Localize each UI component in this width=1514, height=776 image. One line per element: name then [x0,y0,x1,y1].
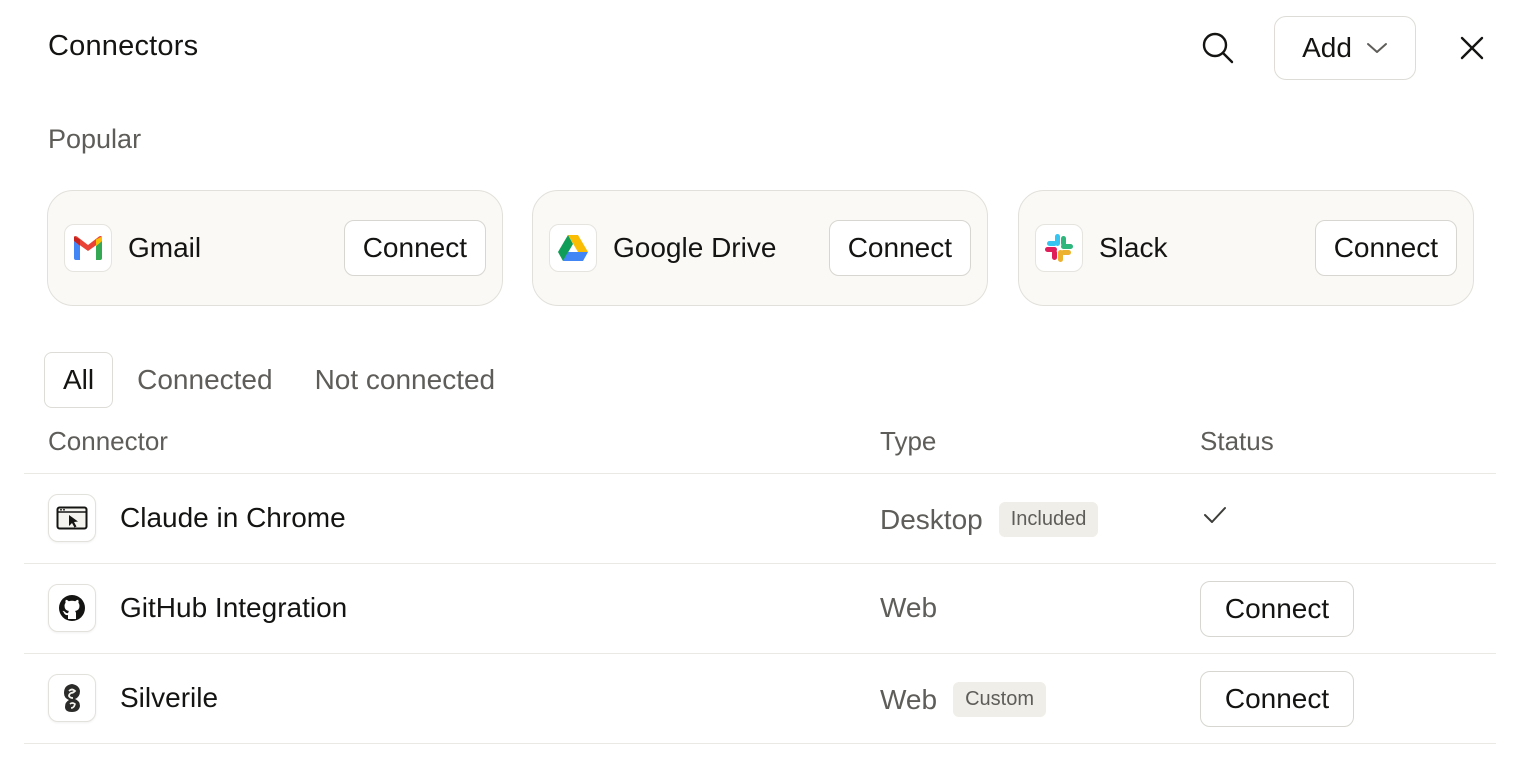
silverile-icon [48,674,96,722]
table-row[interactable]: Silverile Web Custom Connect [24,654,1496,744]
table-row[interactable]: Claude in Chrome Desktop Included [24,474,1496,564]
tab-not-connected[interactable]: Not connected [295,352,516,408]
search-button[interactable] [1194,24,1242,72]
column-header-type: Type [880,426,937,456]
popular-section-label: Popular [48,124,142,154]
chevron-down-icon [1366,43,1387,53]
included-badge: Included [998,502,1099,537]
connect-google-drive-button[interactable]: Connect [828,220,971,276]
connector-type: Web [880,592,937,624]
table-row[interactable]: GitHub Integration Web Connect [24,564,1496,654]
column-header-connector: Connector [48,426,168,456]
connector-name: GitHub Integration [120,592,348,623]
connector-type: Web Custom [880,682,1046,717]
custom-badge: Custom [953,682,1046,717]
type-label: Web [880,592,938,623]
connector-name: Silverile [120,682,219,713]
browser-cursor-icon [48,494,96,542]
connectors-panel: Connectors Add Popular Gmail Connect Goo… [0,0,1514,776]
connect-slack-button[interactable]: Connect [1314,220,1457,276]
connect-gmail-button[interactable]: Connect [343,220,486,276]
close-button[interactable] [1448,24,1496,72]
connector-name: Claude in Chrome [120,502,346,533]
github-icon [48,584,96,632]
popular-card-slack: Slack Connect [1018,190,1474,306]
gmail-icon [64,224,112,272]
popular-card-google-drive: Google Drive Connect [532,190,988,306]
card-name: Slack [1099,232,1168,263]
status-cell: Connect [1200,581,1354,637]
type-label: Web [880,683,938,715]
tab-all[interactable]: All [44,352,114,408]
card-name: Gmail [128,232,202,263]
google-drive-icon [549,224,597,272]
card-name: Google Drive [613,232,777,263]
connect-silverile-button[interactable]: Connect [1200,671,1354,727]
table-header: Connector Type Status [24,414,1496,474]
status-cell: Connect [1200,671,1354,727]
header: Connectors Add [0,0,1514,96]
slack-icon [1035,224,1083,272]
connect-github-button[interactable]: Connect [1200,581,1354,637]
page-title: Connectors [48,30,199,62]
connector-type: Desktop Included [880,502,1099,537]
add-button-label: Add [1302,32,1352,63]
add-dropdown-button[interactable]: Add [1274,16,1416,80]
column-header-status: Status [1200,426,1274,456]
filter-tabs: All Connected Not connected [44,352,515,408]
tab-connected[interactable]: Connected [117,352,292,408]
type-label: Desktop [880,503,983,535]
search-icon [1202,32,1234,64]
check-icon [1204,507,1226,523]
close-icon [1460,36,1484,60]
popular-card-gmail: Gmail Connect [47,190,503,306]
